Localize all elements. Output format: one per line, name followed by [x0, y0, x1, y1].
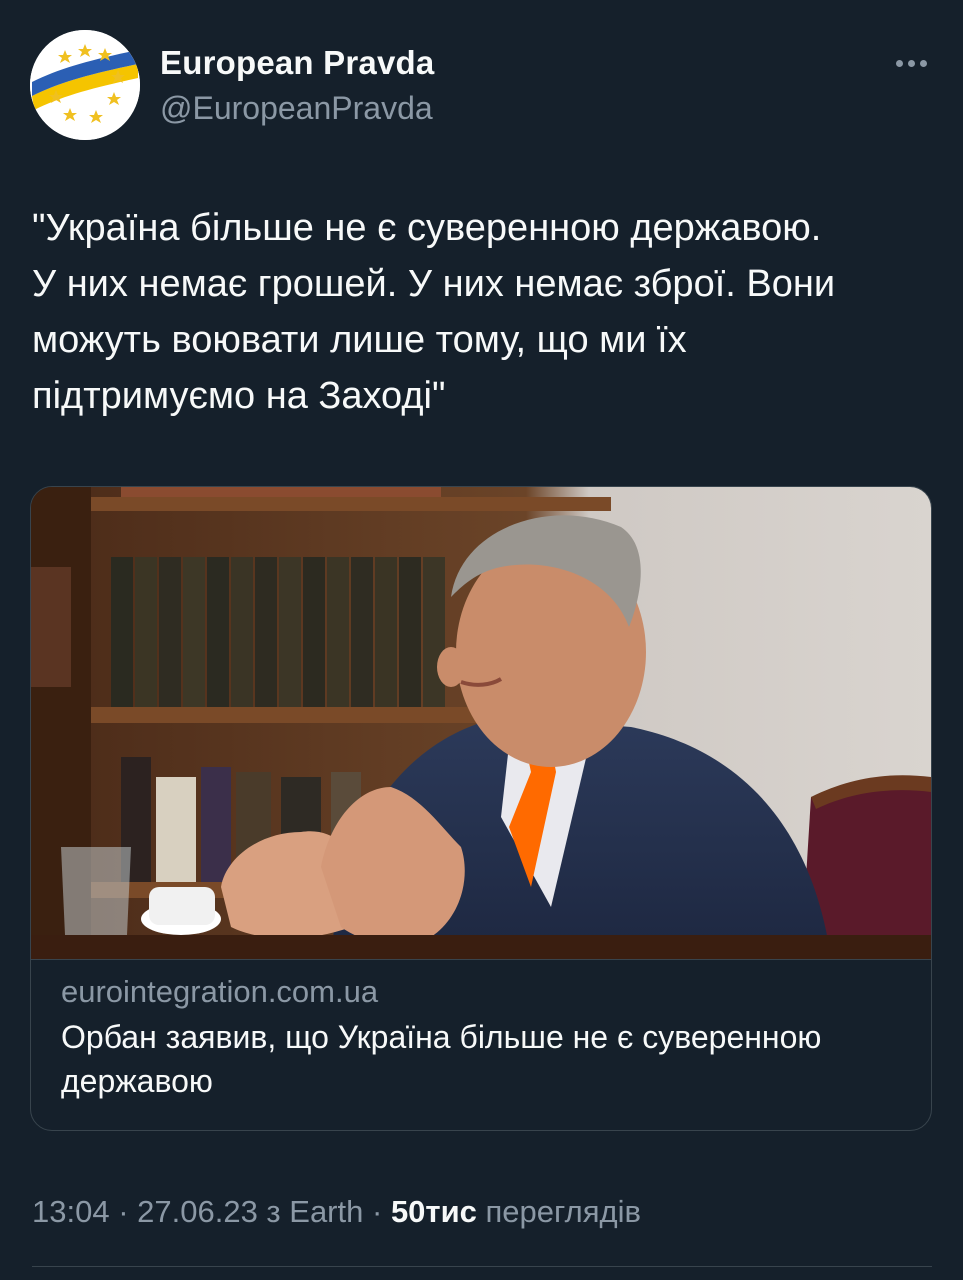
source-prefix: з — [257, 1194, 290, 1229]
photo-of-speaker-icon — [31, 487, 931, 959]
link-preview-card[interactable]: eurointegration.com.ua Орбан заявив, що … — [30, 486, 932, 1131]
tweet[interactable]: European Pravda @EuropeanPravda "Україна… — [0, 0, 963, 1280]
tweet-time[interactable]: 13:04 — [32, 1194, 110, 1229]
divider — [32, 1266, 932, 1267]
european-pravda-logo-icon — [30, 30, 140, 140]
tweet-date[interactable]: 27.06.23 — [137, 1194, 258, 1229]
more-horizontal-icon — [895, 59, 903, 67]
separator: · — [109, 1194, 138, 1229]
tweet-metadata: 13:04 · 27.06.23 з Earth · 50тис перегля… — [32, 1194, 641, 1230]
separator: · — [363, 1194, 391, 1229]
author-display-name[interactable]: European Pravda — [160, 44, 434, 82]
author-handle[interactable]: @EuropeanPravda — [160, 90, 433, 127]
more-options-button[interactable] — [886, 48, 936, 78]
views-count[interactable]: 50тис — [391, 1194, 477, 1229]
author-avatar[interactable] — [30, 30, 140, 140]
tweet-source: Earth — [289, 1194, 364, 1229]
card-image[interactable] — [31, 487, 931, 959]
card-meta[interactable]: eurointegration.com.ua Орбан заявив, що … — [31, 959, 931, 1130]
views-label[interactable]: переглядів — [477, 1194, 641, 1229]
tweet-text: "Україна більше не є суверенною державою… — [32, 207, 836, 417]
card-title: Орбан заявив, що Україна більше не є сув… — [61, 1019, 822, 1099]
card-domain: eurointegration.com.ua — [61, 974, 379, 1009]
